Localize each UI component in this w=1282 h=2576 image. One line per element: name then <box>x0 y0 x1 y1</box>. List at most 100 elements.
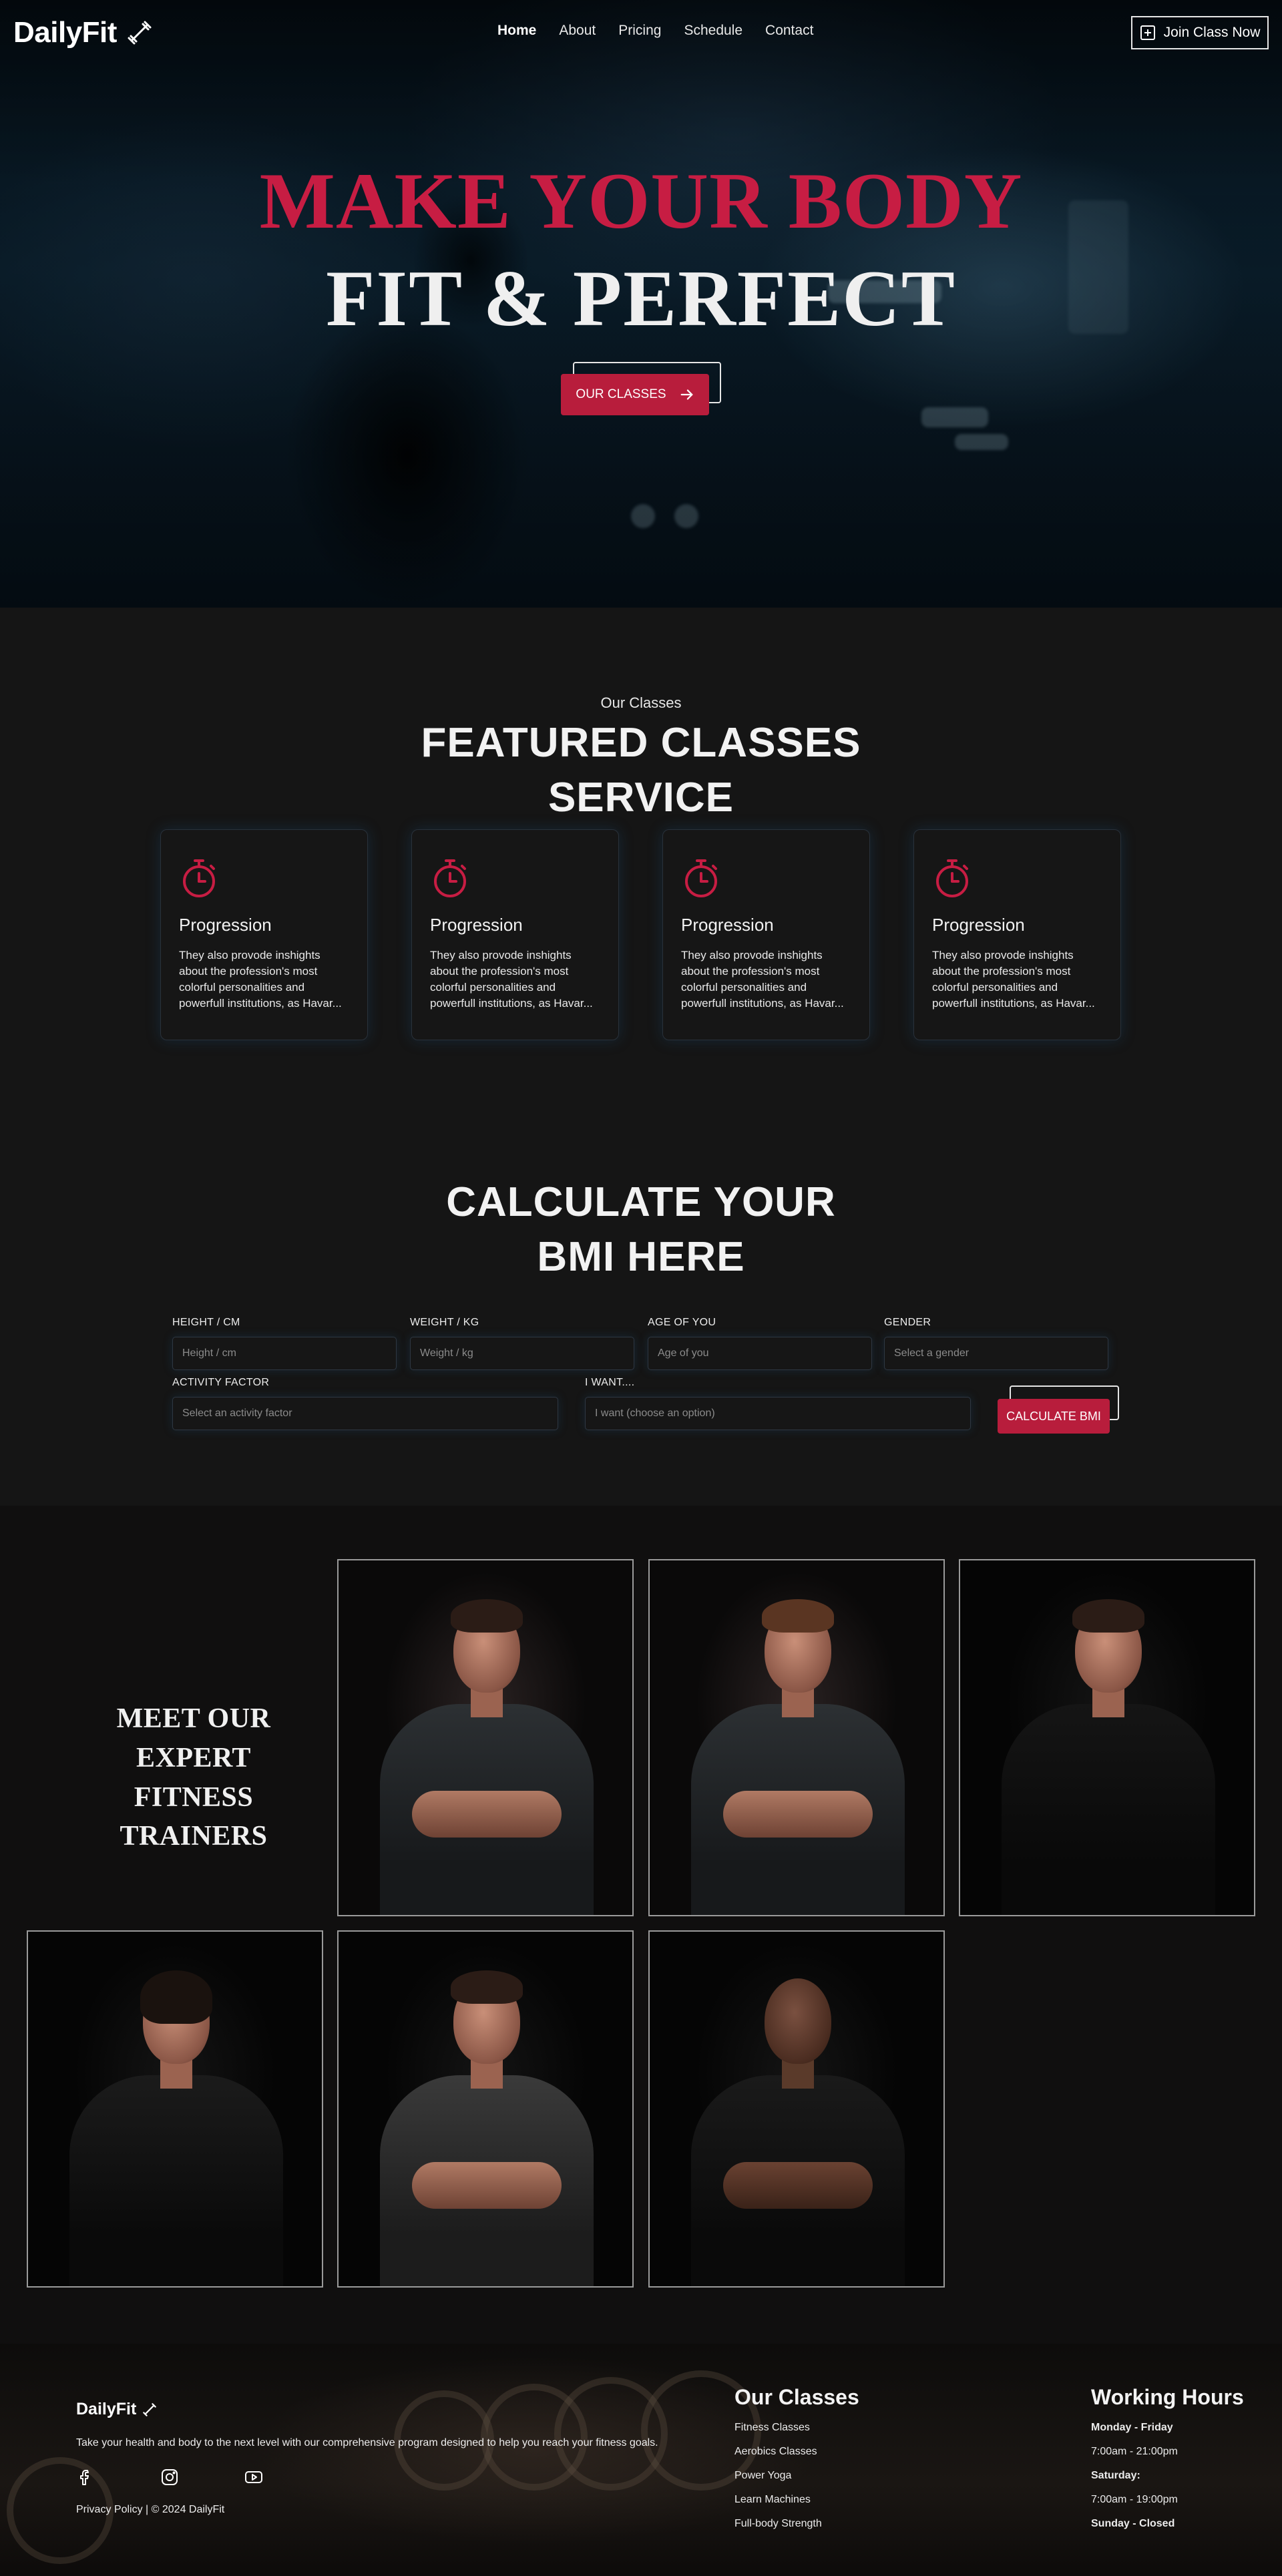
stopwatch-icon <box>685 859 717 897</box>
classes-section: Our Classes FEATURED CLASSES SERVICE Pro… <box>0 608 1282 1506</box>
site-footer: DailyFit Take your health and body to th… <box>0 2344 1282 2576</box>
trainers-title-line1: MEET OUR EXPERT <box>116 1703 271 1773</box>
class-card-title: Progression <box>681 915 774 935</box>
gender-label: GENDER <box>884 1317 931 1328</box>
weight-field: WEIGHT / KG Weight / kg <box>410 1317 634 1370</box>
bmi-title-line2: BMI HERE <box>537 1233 745 1280</box>
trainer-figure <box>412 2162 562 2209</box>
trainer-photo[interactable] <box>648 1930 945 2288</box>
our-classes-button[interactable]: OUR CLASSES <box>561 374 709 415</box>
hours-time: 7:00am - 19:00pm <box>1091 2494 1178 2505</box>
gender-field: GENDER Select a gender <box>884 1317 1108 1370</box>
trainer-figure <box>1072 1599 1144 1633</box>
calculate-bmi-button[interactable]: CALCULATE BMI <box>998 1399 1110 1434</box>
join-class-label: Join Class Now <box>1163 25 1261 40</box>
trainer-photo[interactable] <box>337 1930 634 2288</box>
hero-title-line2: FIT & PERFECT <box>326 254 956 343</box>
footer-class-link[interactable]: Learn Machines <box>734 2494 859 2518</box>
class-card[interactable]: Progression They also provode inshights … <box>411 829 619 1040</box>
footer-tagline: Take your health and body to the next le… <box>76 2437 658 2448</box>
footer-class-link[interactable]: Aerobics Classes <box>734 2446 859 2470</box>
class-card-text: They also provode inshights about the pr… <box>179 949 342 1010</box>
brand-name: DailyFit <box>13 16 117 49</box>
class-cards: Progression They also provode inshights … <box>160 829 1121 1040</box>
class-card-text: They also provode inshights about the pr… <box>430 949 593 1010</box>
class-card[interactable]: Progression They also provode inshights … <box>160 829 368 1040</box>
arrow-right-icon <box>680 389 693 400</box>
trainer-figure <box>1002 1704 1215 1915</box>
plus-square-icon <box>1140 25 1155 40</box>
instagram-icon[interactable] <box>160 2468 179 2487</box>
stopwatch-icon <box>434 859 466 897</box>
class-card-title: Progression <box>430 915 523 935</box>
nav-link-contact[interactable]: Contact <box>765 23 813 39</box>
classes-title-line2: SERVICE <box>548 774 734 821</box>
join-class-button[interactable]: Join Class Now <box>1131 16 1269 49</box>
trainer-photo[interactable] <box>648 1559 945 1916</box>
trainers-title-line2: FITNESS TRAINERS <box>120 1781 268 1852</box>
calculate-bmi-cta: CALCULATE BMI <box>998 1385 1119 1434</box>
footer-class-link[interactable]: Full-body Strength <box>734 2518 859 2542</box>
goal-select[interactable]: I want (choose an option) <box>585 1397 971 1430</box>
hours-time: 7:00am - 21:00pm <box>1091 2446 1178 2457</box>
classes-eyebrow: Our Classes <box>600 694 682 711</box>
class-card[interactable]: Progression They also provode inshights … <box>913 829 1121 1040</box>
bmi-title: CALCULATE YOUR BMI HERE <box>0 1175 1282 1285</box>
trainer-photo[interactable] <box>959 1559 1255 1916</box>
trainer-figure <box>412 1791 562 1838</box>
trainer-photo[interactable] <box>337 1559 634 1916</box>
dumbbell-icon <box>143 2402 157 2416</box>
activity-label: ACTIVITY FACTOR <box>172 1377 270 1388</box>
nav-link-home[interactable]: Home <box>497 23 536 39</box>
footer-class-link[interactable]: Power Yoga <box>734 2470 859 2494</box>
trainer-figure <box>723 2162 873 2209</box>
facebook-icon[interactable] <box>76 2468 95 2487</box>
site-logo[interactable]: DailyFit <box>13 16 154 49</box>
class-card[interactable]: Progression They also provode inshights … <box>662 829 870 1040</box>
weight-input[interactable]: Weight / kg <box>410 1337 634 1370</box>
nav-link-schedule[interactable]: Schedule <box>684 23 742 39</box>
stopwatch-icon <box>936 859 968 897</box>
class-card-title: Progression <box>179 915 272 935</box>
top-navigation: DailyFit Home About Pricing Schedule Con… <box>0 0 1282 64</box>
our-classes-label: OUR CLASSES <box>576 387 666 401</box>
footer-brand-name: DailyFit <box>76 2400 137 2418</box>
footer-classes-title: Our Classes <box>734 2385 859 2409</box>
class-card-text: They also provode inshights about the pr… <box>932 949 1095 1010</box>
dumbbell-icon <box>128 21 152 45</box>
copyright-text: | © 2024 DailyFit <box>146 2504 225 2515</box>
social-links <box>76 2468 263 2487</box>
age-input[interactable]: Age of you <box>648 1337 872 1370</box>
stopwatch-icon <box>183 859 215 897</box>
age-label: AGE OF YOU <box>648 1317 716 1328</box>
class-card-text: They also provode inshights about the pr… <box>681 949 844 1010</box>
footer-logo[interactable]: DailyFit <box>76 2400 158 2419</box>
activity-select[interactable]: Select an activity factor <box>172 1397 558 1430</box>
hero-title-line1: MAKE YOUR BODY <box>259 156 1023 245</box>
youtube-icon[interactable] <box>244 2468 263 2487</box>
weight-label: WEIGHT / KG <box>410 1317 479 1328</box>
trainer-figure <box>451 1970 523 2004</box>
gender-select[interactable]: Select a gender <box>884 1337 1108 1370</box>
trainer-figure <box>140 1970 212 2024</box>
nav-link-about[interactable]: About <box>559 23 596 39</box>
trainer-photo[interactable] <box>27 1930 323 2288</box>
goal-field: I WANT.... I want (choose an option) <box>585 1377 971 1430</box>
footer-class-link[interactable]: Fitness Classes <box>734 2422 859 2446</box>
bmi-title-line1: CALCULATE YOUR <box>446 1179 836 1225</box>
hero-section: DailyFit Home About Pricing Schedule Con… <box>0 0 1282 608</box>
activity-field: ACTIVITY FACTOR Select an activity facto… <box>172 1377 558 1430</box>
privacy-policy-link[interactable]: Privacy Policy <box>76 2504 143 2515</box>
hours-days: Monday - Friday <box>1091 2422 1173 2433</box>
footer-classes-column: Our Classes Fitness Classes Aerobics Cla… <box>734 2385 859 2542</box>
trainer-figure <box>723 1791 873 1838</box>
hero-cta: OUR CLASSES <box>561 362 721 415</box>
nav-links: Home About Pricing Schedule Contact <box>497 23 813 39</box>
footer-hours-column: Working Hours Monday - Friday 7:00am - 2… <box>1091 2385 1244 2542</box>
nav-link-pricing[interactable]: Pricing <box>618 23 661 39</box>
class-card-title: Progression <box>932 915 1025 935</box>
hours-days: Sunday - Closed <box>1091 2518 1175 2529</box>
height-input[interactable]: Height / cm <box>172 1337 397 1370</box>
classes-title-line1: FEATURED CLASSES <box>421 720 861 766</box>
trainer-figure <box>451 1599 523 1633</box>
